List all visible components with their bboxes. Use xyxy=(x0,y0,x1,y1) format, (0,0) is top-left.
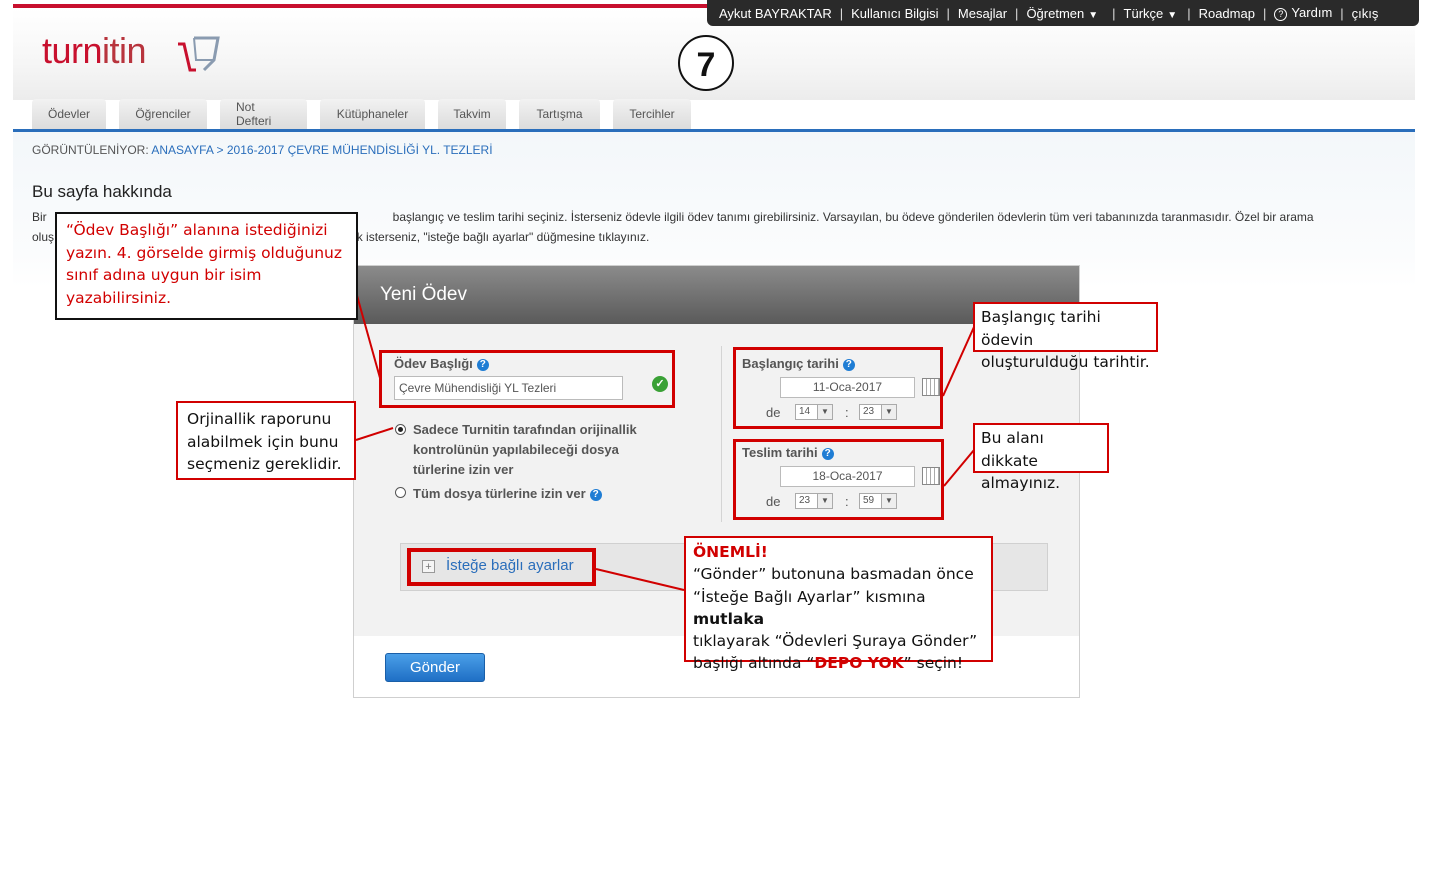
about-line1-left: Bir xyxy=(32,210,47,224)
radio-all-files-label[interactable]: Tüm dosya türlerine izin ver? xyxy=(413,484,602,504)
main-tabs: Ödevler Öğrenciler Not Defteri Kütüphane… xyxy=(32,99,691,129)
about-line2-left: oluş xyxy=(32,230,55,244)
tab-calendar[interactable]: Takvim xyxy=(438,99,506,129)
annotation-start-note: Başlangıç tarihi ödevin oluşturulduğu tar… xyxy=(973,302,1158,371)
help-icon[interactable]: ? xyxy=(589,488,602,501)
tab-discussion[interactable]: Tartışma xyxy=(519,99,600,129)
radio-turnitin-only[interactable] xyxy=(395,424,406,435)
tab-preferences[interactable]: Tercihler xyxy=(613,99,691,129)
about-line1-right: başlangıç ve teslim tarihi seçiniz. İste… xyxy=(392,210,1314,224)
dropdown-arrow-icon: ▼ xyxy=(1167,9,1178,21)
roadmap-link[interactable]: Roadmap xyxy=(1199,6,1255,21)
tab-assignments[interactable]: Ödevler xyxy=(32,99,106,129)
language-label: Türkçe xyxy=(1123,5,1164,21)
user-name-link[interactable]: Aykut BAYRAKTAR xyxy=(719,6,832,21)
annotation-end-note: Bu alanı dikkate almayınız. xyxy=(973,423,1109,492)
help-link[interactable]: ? Yardım xyxy=(1274,5,1332,21)
highlight-title-box xyxy=(379,350,675,408)
panel-title: Yeni Ödev xyxy=(354,266,1079,324)
tab-libraries[interactable]: Kütüphaneler xyxy=(320,99,425,129)
about-line2-right: ek isterseniz, "isteğe bağlı ayarlar" dü… xyxy=(350,230,650,244)
logo-text-a: turn xyxy=(42,30,103,71)
column-divider xyxy=(721,346,722,522)
dropdown-arrow-icon: ▼ xyxy=(1088,9,1099,21)
breadcrumb-home-link[interactable]: ANASAYFA xyxy=(151,143,213,157)
tab-gradebook[interactable]: Not Defteri xyxy=(220,99,307,129)
messages-link[interactable]: Mesajlar xyxy=(958,6,1007,21)
role-label: Öğretmen xyxy=(1026,5,1085,21)
language-dropdown[interactable]: Türkçe ▼ xyxy=(1124,6,1178,21)
annotation-title-note: “Ödev Başlığı” alanına istediğinizi yazın… xyxy=(55,212,358,320)
annotation-radio-note: Orjinallik raporunu alabilmek için bunu se… xyxy=(176,401,356,480)
radio-turnitin-only-label[interactable]: Sadece Turnitin tarafından orijinallik ko… xyxy=(413,420,637,480)
radio-all-files[interactable] xyxy=(395,487,406,498)
help-label: Yardım xyxy=(1291,5,1333,20)
help-circle-icon: ? xyxy=(1274,8,1288,21)
tab-students[interactable]: Öğrenciler xyxy=(119,99,207,129)
highlight-optional-box xyxy=(407,548,596,586)
highlight-start-box xyxy=(733,347,943,429)
turnitin-logo[interactable]: turnitin xyxy=(42,30,147,72)
breadcrumb: GÖRÜNTÜLENİYOR: ANASAYFA > 2016-2017 ÇEV… xyxy=(32,143,493,157)
turnitin-logo-mark-icon xyxy=(178,36,220,72)
user-info-link[interactable]: Kullanıcı Bilgisi xyxy=(851,6,938,21)
top-user-bar: Aykut BAYRAKTAR | Kullanıcı Bilgisi | Mesa… xyxy=(707,0,1419,26)
logout-link[interactable]: çıkış xyxy=(1352,6,1379,21)
role-dropdown[interactable]: Öğretmen ▼ xyxy=(1026,6,1098,21)
breadcrumb-current-link[interactable]: 2016-2017 ÇEVRE MÜHENDİSLİĞİ YL. TEZLERİ xyxy=(227,143,493,157)
breadcrumb-prefix: GÖRÜNTÜLENİYOR: xyxy=(32,143,149,157)
annotation-important-note: ÖNEMLİ! “Gönder” butonuna basmadan önce … xyxy=(684,536,993,672)
breadcrumb-separator: > xyxy=(216,143,224,157)
submit-button[interactable]: Gönder xyxy=(385,653,485,682)
about-title: Bu sayfa hakkında xyxy=(32,182,172,201)
step-number-badge: 7 xyxy=(678,35,734,91)
logo-text-b: itin xyxy=(102,30,147,71)
highlight-due-box xyxy=(733,439,944,520)
